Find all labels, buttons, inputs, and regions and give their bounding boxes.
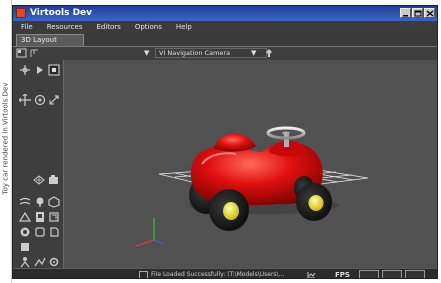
figure-icon[interactable] xyxy=(19,256,31,268)
grid-icon[interactable] xyxy=(29,48,40,59)
minimize-button[interactable] xyxy=(400,8,411,18)
menu-bar: File Resources Editors Options Help xyxy=(13,21,437,33)
side-caption-text: Toy car rendered in Virtools Dev xyxy=(1,82,10,195)
menu-options[interactable]: Options xyxy=(135,21,162,33)
status-info-icon xyxy=(139,271,148,278)
camera-icon[interactable] xyxy=(48,174,60,186)
status-message: File Loaded Successfully: (T:\Models\Use… xyxy=(151,271,285,278)
tab-3d-layout[interactable]: 3D Layout xyxy=(16,34,84,46)
side-caption: Toy car rendered in Virtools Dev xyxy=(0,0,12,283)
status-graph-icon[interactable] xyxy=(307,271,316,279)
frame-icon[interactable] xyxy=(34,211,46,223)
step-button[interactable] xyxy=(405,270,425,278)
window-title: Virtools Dev xyxy=(30,8,93,18)
settings-icon[interactable] xyxy=(48,256,60,268)
scale-icon[interactable] xyxy=(19,94,31,106)
fps-label: FPS xyxy=(335,271,350,279)
title-bar[interactable]: Virtools Dev xyxy=(13,6,437,21)
app-logo-icon xyxy=(16,8,26,18)
place-icon[interactable] xyxy=(48,226,60,238)
3d-viewport[interactable] xyxy=(64,60,437,268)
group-icon[interactable] xyxy=(19,241,31,253)
rewind-button[interactable] xyxy=(359,270,379,278)
camera-dropdown-arrow-icon[interactable]: ▼ xyxy=(251,49,256,58)
light-icon[interactable] xyxy=(33,174,45,186)
maximize-icon xyxy=(414,10,422,17)
play-button[interactable] xyxy=(382,270,402,278)
maximize-button[interactable] xyxy=(412,8,423,18)
axis-gizmo xyxy=(135,218,165,247)
menu-file[interactable]: File xyxy=(21,21,33,33)
close-button[interactable] xyxy=(424,8,435,18)
select-icon[interactable] xyxy=(19,64,31,76)
tool-panel xyxy=(13,60,64,268)
mesh-icon[interactable] xyxy=(19,196,31,208)
pin-icon[interactable] xyxy=(264,48,275,59)
grid-icon[interactable] xyxy=(48,211,60,223)
dropdown-arrow-icon[interactable]: ▼ xyxy=(144,49,149,58)
rotate-icon[interactable] xyxy=(48,64,60,76)
material-icon[interactable] xyxy=(34,196,46,208)
layout-icon[interactable] xyxy=(16,48,27,59)
toy-car-model xyxy=(189,126,339,231)
layout-toolbar: ▼ VI Navigation Camera ▼ xyxy=(13,47,437,61)
app-window: Virtools Dev File Resources Editors Opti… xyxy=(12,5,438,279)
menu-editors[interactable]: Editors xyxy=(96,21,120,33)
orbit-icon[interactable] xyxy=(34,94,46,106)
tab-bar: 3D Layout xyxy=(13,33,437,47)
window-controls xyxy=(400,8,435,18)
texture-icon[interactable] xyxy=(48,196,60,208)
path-icon[interactable] xyxy=(34,256,46,268)
scene-render xyxy=(135,126,369,247)
sprite-icon[interactable] xyxy=(19,211,31,223)
close-icon xyxy=(426,10,434,17)
menu-resources[interactable]: Resources xyxy=(47,21,83,33)
move-icon[interactable] xyxy=(34,64,46,76)
menu-help[interactable]: Help xyxy=(176,21,192,33)
portal-icon[interactable] xyxy=(34,226,46,238)
status-bar: File Loaded Successfully: (T:\Models\Use… xyxy=(13,268,437,279)
zoom-icon[interactable] xyxy=(48,94,60,106)
minimize-icon xyxy=(403,15,408,17)
snap-icon[interactable] xyxy=(19,226,31,238)
